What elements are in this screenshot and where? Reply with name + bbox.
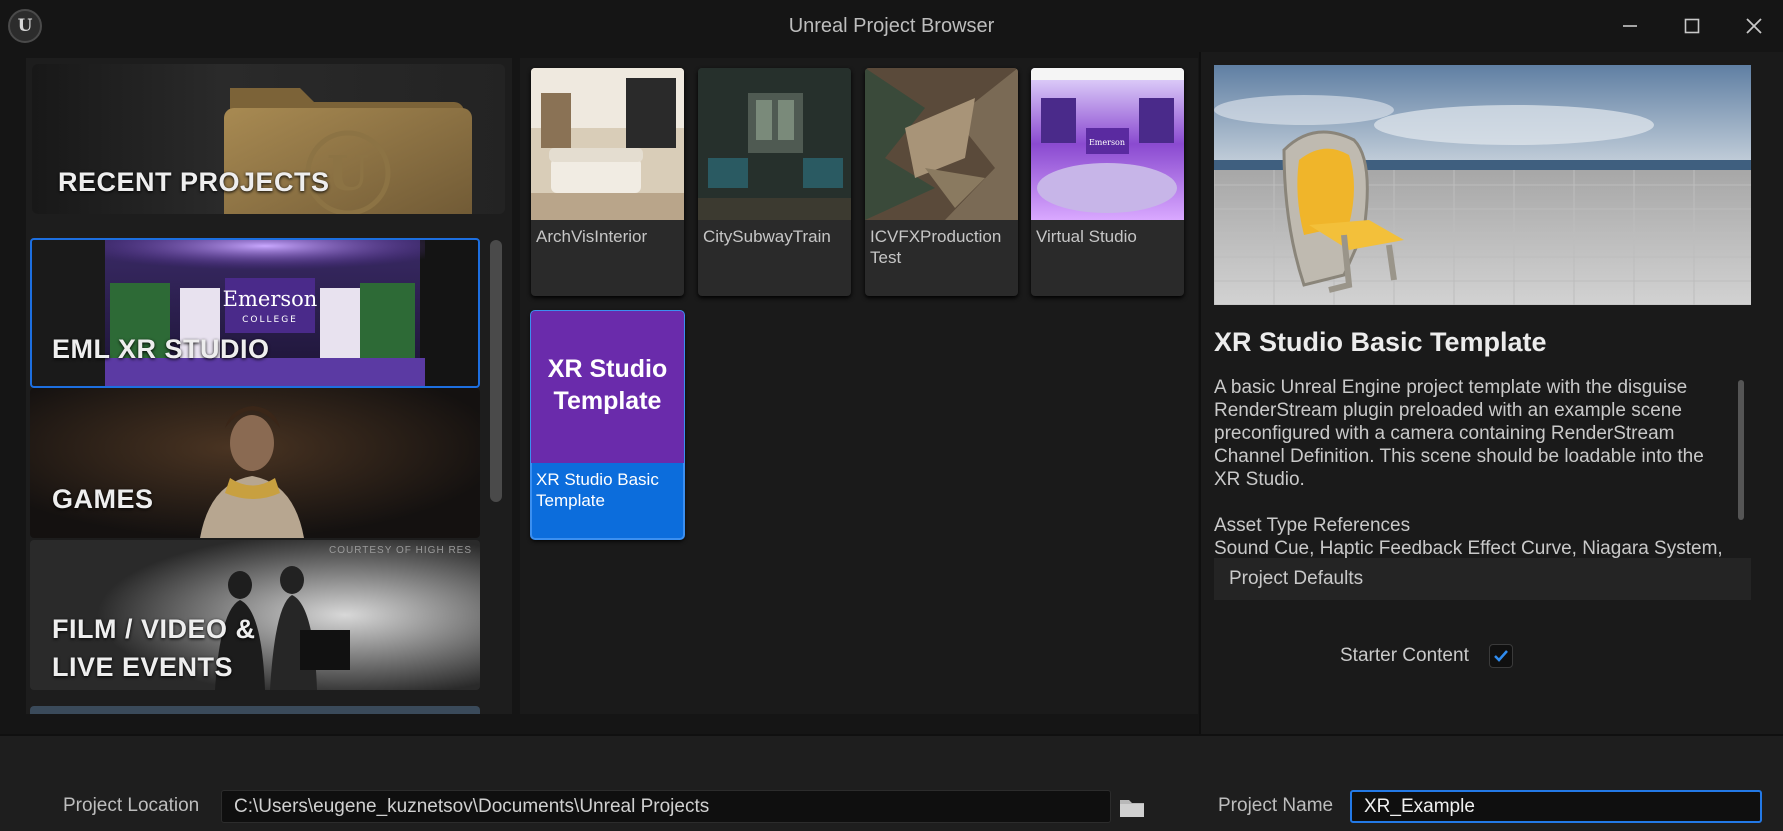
subway-thumbnail [698,68,851,220]
template-label: ICVFXProduction Test [870,227,1002,267]
recent-projects-button[interactable]: U RECENT PROJECTS [32,64,505,214]
browse-folder-icon[interactable] [1118,794,1146,820]
title-bar: U Unreal Project Browser [0,0,1783,52]
maximize-icon[interactable] [1670,10,1714,42]
close-icon[interactable] [1732,10,1776,42]
checkmark-icon [1494,650,1508,662]
asset-heading: Asset Type References [1214,515,1411,536]
window-title: Unreal Project Browser [788,15,995,37]
template-xr-studio-basic[interactable]: XR Studio Template XR Studio Basic Templ… [530,310,685,540]
template-icvfxproduction-test[interactable]: ICVFXProduction Test [865,68,1018,296]
description-text: A basic Unreal Engine project template w… [1214,377,1704,490]
xr-studio-sign-subtext: COLLEGE [242,315,298,325]
starter-content-label: Starter Content [1340,645,1469,666]
games-thumbnail [30,388,480,538]
template-label: XR Studio Basic Template [536,470,659,510]
asset-list: Sound Cue, Haptic Feedback Effect Curve,… [1214,538,1723,558]
category-eml-xr-studio[interactable]: Emerson COLLEGE EML XR STUDIO [30,238,480,388]
category-scrollbar[interactable] [490,240,502,502]
virtual-studio-thumbnail: Emerson [1031,68,1184,220]
template-virtual-studio[interactable]: Emerson Virtual Studio [1031,68,1184,296]
recent-projects-label: RECENT PROJECTS [58,167,330,197]
project-defaults-header[interactable]: Project Defaults [1214,558,1751,600]
template-description: A basic Unreal Engine project template w… [1214,376,1724,558]
template-citysubwaytrain[interactable]: CitySubwayTrain [698,68,851,296]
template-title: XR Studio Basic Template [1214,327,1547,357]
template-archvisinterior[interactable]: ArchVisInterior [531,68,684,296]
category-label: EML XR STUDIO [52,334,270,364]
archvis-thumbnail [531,68,684,220]
project-name-label: Project Name [1218,795,1334,816]
template-label: ArchVisInterior [536,227,648,246]
category-list: Emerson COLLEGE EML XR STUDIO GAMES COUR… [30,238,483,714]
minimize-icon[interactable] [1608,10,1652,42]
photo-credit: COURTESY OF HIGH RES [329,545,472,556]
xr-studio-sign-text: Emerson [223,287,318,311]
virtual-studio-sign: Emerson [1089,138,1125,147]
project-location-label: Project Location [63,795,200,816]
category-next-partial[interactable] [30,706,480,714]
category-games[interactable]: GAMES [30,388,480,538]
category-film-video-live-events[interactable]: COURTESY OF HIGH RES FILM / VIDEO & LIVE… [30,540,480,690]
template-preview-image [1214,65,1751,305]
category-label: FILM / VIDEO & LIVE EVENTS [52,610,256,686]
xr-template-thumbnail: XR Studio Template [531,311,684,463]
category-label-line1: FILM / VIDEO & [52,614,256,644]
starter-content-checkbox[interactable] [1489,644,1513,668]
icvfx-thumbnail [865,68,1018,220]
template-label: CitySubwayTrain [703,227,831,246]
category-label-line2: LIVE EVENTS [52,652,234,682]
category-label: GAMES [52,484,154,514]
xr-studio-thumbnail: Emerson COLLEGE [30,238,480,388]
template-label: Virtual Studio [1036,227,1137,246]
svg-text:U: U [327,146,369,202]
project-location-input[interactable]: C:\Users\eugene_kuznetsov\Documents\Unre… [221,790,1111,823]
project-name-input[interactable]: XR_Example [1350,790,1762,823]
description-scrollbar[interactable] [1738,380,1744,520]
xr-thumb-line1: XR Studio [547,355,668,383]
xr-thumb-line2: Template [553,387,662,415]
